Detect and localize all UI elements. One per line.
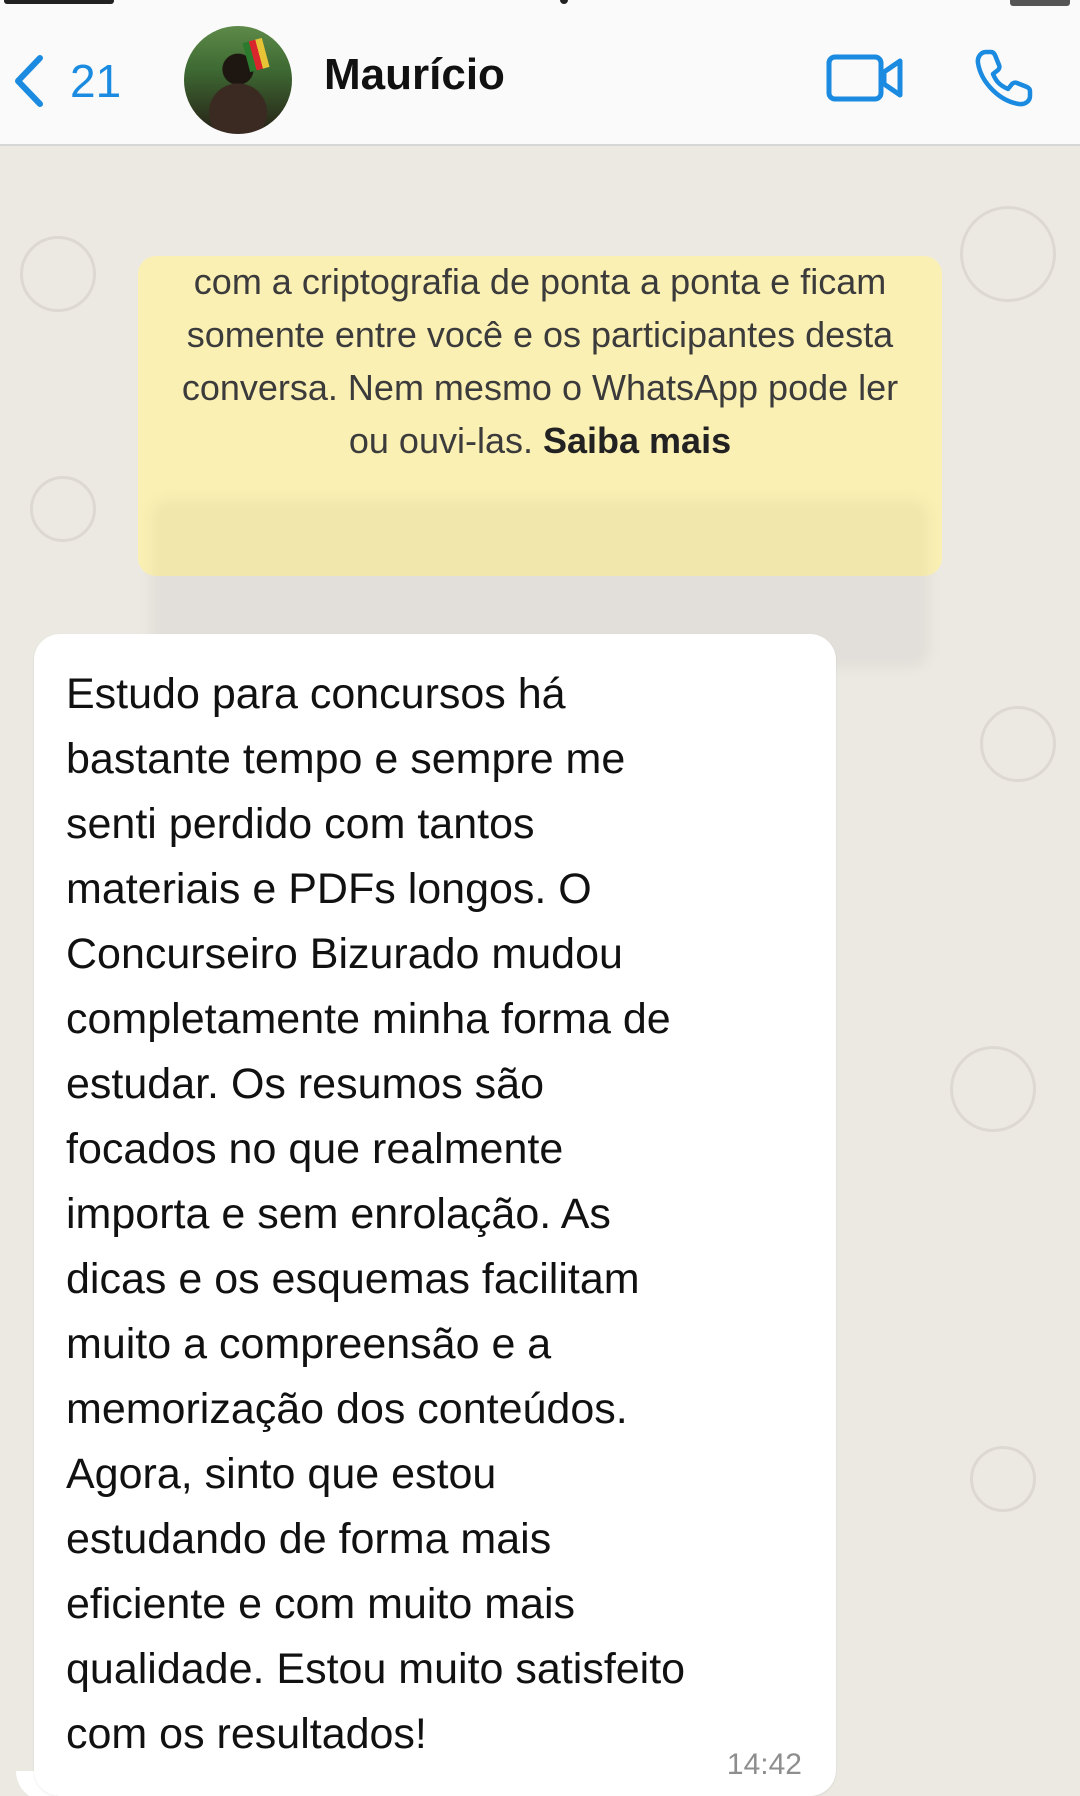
message-bubble[interactable]: Estudo para concursos há bastante tempo … [34,634,836,1796]
wallpaper-doodle [20,236,96,312]
status-bar [0,0,1080,8]
video-camera-icon[interactable] [826,52,904,104]
wallpaper-doodle [980,706,1056,782]
chat-wallpaper: As mensagens e as ligações são protegida… [0,146,1080,1796]
wallpaper-doodle [960,206,1056,302]
unread-count: 21 [70,55,122,107]
back-button[interactable]: 21 [10,50,130,112]
encryption-notice-text: As mensagens e as ligações são protegida… [168,256,912,467]
chat-header: 21 Maurício [0,0,1080,146]
chevron-left-icon [15,55,43,107]
message-time: 14:42 [726,1748,802,1781]
contact-name[interactable]: Maurício [324,50,505,100]
wallpaper-doodle [970,1446,1036,1512]
avatar[interactable] [184,26,292,134]
phone-icon[interactable] [972,46,1036,110]
message-text: Estudo para concursos há bastante tempo … [66,670,686,1758]
signal-icon [4,0,114,4]
wallpaper-doodle [30,476,96,542]
learn-more-link[interactable]: Saiba mais [543,420,731,461]
battery-icon [1010,0,1070,6]
status-dot [560,0,568,4]
wallpaper-doodle [950,1046,1036,1132]
avatar-flag [242,37,270,73]
